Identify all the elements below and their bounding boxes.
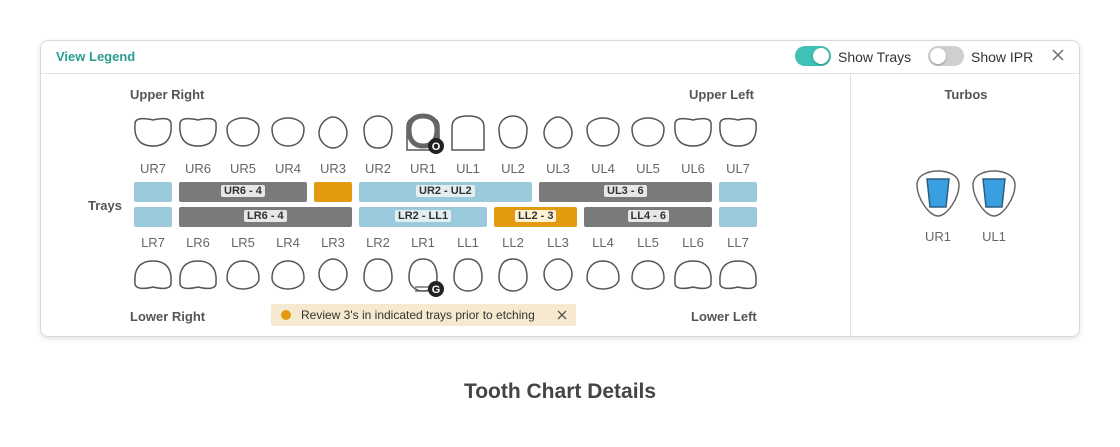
tray-segment[interactable]: LR6 - 4 [179,207,352,227]
lower-tooth-lr7[interactable] [134,260,172,290]
lower-tooth-ll4[interactable] [586,260,620,290]
upper-tooth-number: UR1 [409,161,436,176]
tray-label: UR2 - UL2 [416,185,475,197]
lower-tooth-ll1[interactable] [453,258,483,292]
turbo-label: UR1 [924,229,951,244]
tray-segment[interactable] [719,207,757,227]
lower-tooth-number: LL7 [727,235,749,250]
upper-tooth-number: UR7 [139,161,166,176]
lower-tooth-number: LR3 [321,235,345,250]
tray-label: LL4 - 6 [627,210,669,222]
badge-letter: G [432,284,441,296]
upper-tooth-ur3[interactable] [318,116,348,149]
upper-tooth-ul4[interactable] [586,117,620,147]
upper-tooth-ur5[interactable] [226,117,260,147]
tray-segment[interactable] [134,182,172,202]
lower-tooth-number: LL3 [547,235,569,250]
tray-segment[interactable] [719,182,757,202]
attachment-badge-icon: O [428,138,444,154]
upper-tooth-number: UR2 [364,161,391,176]
badge-letter: O [432,141,441,153]
lower-tooth-ll3[interactable] [543,258,573,291]
lower-tooth-number: LL5 [637,235,659,250]
upper-tooth-number: UL2 [501,161,525,176]
close-icon[interactable] [555,308,569,322]
lower-tooth-ll5[interactable] [631,260,665,290]
lower-tooth-number: LR1 [411,235,435,250]
lower-tooth-lr2[interactable] [363,258,393,292]
tray-label: UL3 - 6 [604,185,647,197]
lower-tooth-number: LL1 [457,235,479,250]
tray-segment[interactable]: UR2 - UL2 [359,182,532,202]
tray-label: LR2 - LL1 [395,210,452,222]
tray-segment[interactable]: UL3 - 6 [539,182,712,202]
upper-tooth-number: UR5 [229,161,256,176]
lower-tooth-number: LR6 [186,235,210,250]
upper-tooth-number: UL5 [636,161,660,176]
turbo-label: UL1 [982,229,1006,244]
lower-tooth-ll6[interactable] [674,260,712,290]
tray-label: LL2 - 3 [515,210,557,222]
upper-tooth-ur2[interactable] [363,115,393,149]
upper-tooth-ul3[interactable] [543,116,573,149]
lower-tooth-number: LL2 [502,235,524,250]
upper-tooth-ul5[interactable] [631,117,665,147]
tray-label: LR6 - 4 [244,210,287,222]
lower-tooth-number: LR4 [276,235,300,250]
lower-tooth-lr6[interactable] [179,260,217,290]
lower-tooth-number: LR5 [231,235,255,250]
upper-tooth-ul2[interactable] [498,115,528,149]
upper-tooth-number: UR3 [319,161,346,176]
tray-label: UR6 - 4 [221,185,265,197]
attachment-badge-icon: G [428,281,444,297]
upper-tooth-ur7[interactable] [134,117,172,147]
tray-segment[interactable]: LL4 - 6 [584,207,712,227]
upper-tooth-ur4[interactable] [271,117,305,147]
lower-tooth-lr3[interactable] [318,258,348,291]
upper-tooth-number: UL6 [681,161,705,176]
tray-segment[interactable] [134,207,172,227]
lower-tooth-number: LR7 [141,235,165,250]
lower-tooth-ll7[interactable] [719,260,757,290]
upper-tooth-number: UL1 [456,161,480,176]
upper-tooth-ur6[interactable] [179,117,217,147]
upper-tooth-number: UR6 [184,161,211,176]
upper-tooth-ul1[interactable] [451,115,485,151]
turbos-title: Turbos [944,87,988,102]
upper-tooth-number: UL7 [726,161,750,176]
lower-tooth-number: LR2 [366,235,390,250]
upper-tooth-ul7[interactable] [719,117,757,147]
notice-text: Review 3's in indicated trays prior to e… [301,308,535,322]
upper-tooth-ul6[interactable] [674,117,712,147]
lower-tooth-number: LL4 [592,235,614,250]
page-title: Tooth Chart Details [463,380,657,403]
upper-tooth-number: UL3 [546,161,570,176]
lower-tooth-ll2[interactable] [498,258,528,292]
tray-segment[interactable]: LR2 - LL1 [359,207,487,227]
upper-tooth-number: UL4 [591,161,615,176]
tray-segment[interactable] [314,182,352,202]
upper-tooth-number: UR4 [274,161,301,176]
tooth-chart-card: View Legend Show Trays Show IPR Upper Ri… [40,40,1080,337]
warning-dot-icon [281,310,291,320]
lower-tooth-number: LL6 [682,235,704,250]
lower-tooth-lr5[interactable] [226,260,260,290]
tray-segment[interactable]: LL2 - 3 [494,207,577,227]
tray-segment[interactable]: UR6 - 4 [179,182,307,202]
etching-notice: Review 3's in indicated trays prior to e… [271,304,576,326]
lower-tooth-lr4[interactable] [271,260,305,290]
